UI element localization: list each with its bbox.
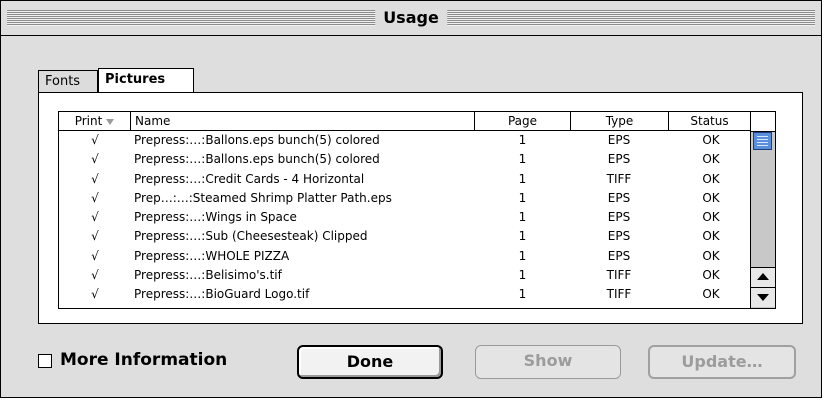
picture-page: 1 — [518, 248, 527, 263]
picture-name: Prepress:…:Credit Cards - 4 Horizontal — [134, 171, 365, 186]
arrow-down-icon — [757, 294, 769, 301]
picture-page: 1 — [518, 210, 527, 225]
column-header-status[interactable]: Status — [669, 112, 751, 130]
picture-type: TIFF — [606, 287, 632, 302]
done-button[interactable]: Done — [297, 345, 443, 379]
sort-arrow-icon — [106, 118, 115, 125]
pictures-list: Print Name Page Type Status √ Prepress:…… — [58, 111, 776, 309]
picture-type: TIFF — [606, 171, 632, 186]
print-checkmark[interactable]: √ — [59, 189, 131, 208]
list-header: Print Name Page Type Status — [59, 112, 751, 131]
picture-type: EPS — [607, 133, 631, 147]
table-row[interactable]: √ Prepress:…:Belisimo's.tif 1 TIFF OK — [59, 266, 751, 285]
picture-name: Prepress:…:BioGuard Logo.tif — [134, 287, 310, 302]
scrollbar-header-corner — [751, 112, 775, 132]
window-title: Usage — [375, 9, 447, 27]
table-row[interactable]: √ Prepress:…:Ballons.eps bunch(5) colore… — [59, 131, 751, 150]
picture-name: Prepress:…:Ballons.eps bunch(5) colored — [134, 152, 380, 167]
show-button[interactable]: Show — [475, 345, 621, 379]
tab-pictures[interactable]: Pictures — [98, 68, 194, 92]
picture-name: Prepress:…:WHOLE PIZZA — [134, 248, 290, 263]
print-checkmark[interactable]: √ — [59, 208, 131, 227]
picture-type: EPS — [607, 190, 631, 205]
picture-status: OK — [702, 190, 720, 205]
scrollbar-thumb[interactable] — [753, 132, 772, 150]
table-row[interactable]: √ Prepress:…:Credit Cards - 4 Horizontal… — [59, 170, 751, 189]
print-checkmark[interactable]: √ — [59, 150, 131, 169]
scroll-up-button[interactable] — [751, 267, 775, 287]
picture-type: EPS — [607, 229, 631, 244]
vertical-scrollbar[interactable] — [750, 112, 775, 308]
picture-status: OK — [702, 133, 720, 147]
picture-status: OK — [702, 248, 720, 263]
grip-icon — [757, 136, 768, 146]
table-row[interactable]: √ Prepress:…:Wings in Space 1 EPS OK — [59, 208, 751, 227]
scroll-down-button[interactable] — [751, 287, 775, 307]
more-information-label[interactable]: More Information — [60, 349, 227, 371]
picture-name: Prepress:…:Wings in Space — [134, 210, 297, 225]
picture-status: OK — [702, 210, 720, 225]
table-row[interactable]: √ Prepress:…:Sub (Cheesesteak) Clipped 1… — [59, 227, 751, 246]
picture-type: EPS — [607, 248, 631, 263]
picture-name: Prep…:…:Steamed Shrimp Platter Path.eps — [134, 190, 392, 205]
column-header-name[interactable]: Name — [131, 112, 475, 130]
print-checkmark[interactable]: √ — [59, 170, 131, 189]
print-checkmark[interactable]: √ — [59, 285, 131, 304]
picture-name: Prepress:…:Ballons.eps bunch(5) colored — [134, 133, 380, 147]
column-header-print[interactable]: Print — [59, 112, 131, 130]
print-checkmark[interactable]: √ — [59, 131, 131, 150]
picture-page: 1 — [518, 287, 527, 302]
column-header-type[interactable]: Type — [571, 112, 669, 130]
print-checkmark[interactable]: √ — [59, 266, 131, 285]
picture-page: 1 — [518, 268, 527, 283]
more-information-checkbox[interactable] — [38, 354, 52, 368]
title-bar[interactable]: Usage — [1, 1, 821, 36]
tab-fonts[interactable]: Fonts — [38, 70, 98, 92]
column-header-page[interactable]: Page — [475, 112, 571, 130]
picture-status: OK — [702, 287, 720, 302]
table-row[interactable]: √ Prepress:…:BioGuard Logo.tif 1 TIFF OK — [59, 285, 751, 304]
picture-status: OK — [702, 171, 720, 186]
picture-page: 1 — [518, 171, 527, 186]
picture-type: EPS — [607, 152, 631, 167]
picture-page: 1 — [518, 229, 527, 244]
table-row[interactable]: √ Prepress:…:WHOLE PIZZA 1 EPS OK — [59, 247, 751, 266]
picture-type: EPS — [607, 210, 631, 225]
picture-type: TIFF — [606, 268, 632, 283]
print-checkmark[interactable]: √ — [59, 247, 131, 266]
table-row[interactable]: √ Prep…:…:Steamed Shrimp Platter Path.ep… — [59, 189, 751, 208]
picture-page: 1 — [518, 133, 527, 147]
list-rows: √ Prepress:…:Ballons.eps bunch(5) colore… — [59, 131, 751, 305]
table-row[interactable]: √ Prepress:…:Ballons.eps bunch(5) colore… — [59, 150, 751, 169]
update-button[interactable]: Update… — [648, 345, 796, 379]
picture-name: Prepress:…:Belisimo's.tif — [134, 268, 282, 283]
arrow-up-icon — [757, 273, 769, 280]
picture-status: OK — [702, 229, 720, 244]
print-checkmark[interactable]: √ — [59, 227, 131, 246]
picture-status: OK — [702, 152, 720, 167]
picture-page: 1 — [518, 190, 527, 205]
picture-name: Prepress:…:Sub (Cheesesteak) Clipped — [134, 229, 368, 244]
picture-page: 1 — [518, 152, 527, 167]
picture-status: OK — [702, 268, 720, 283]
